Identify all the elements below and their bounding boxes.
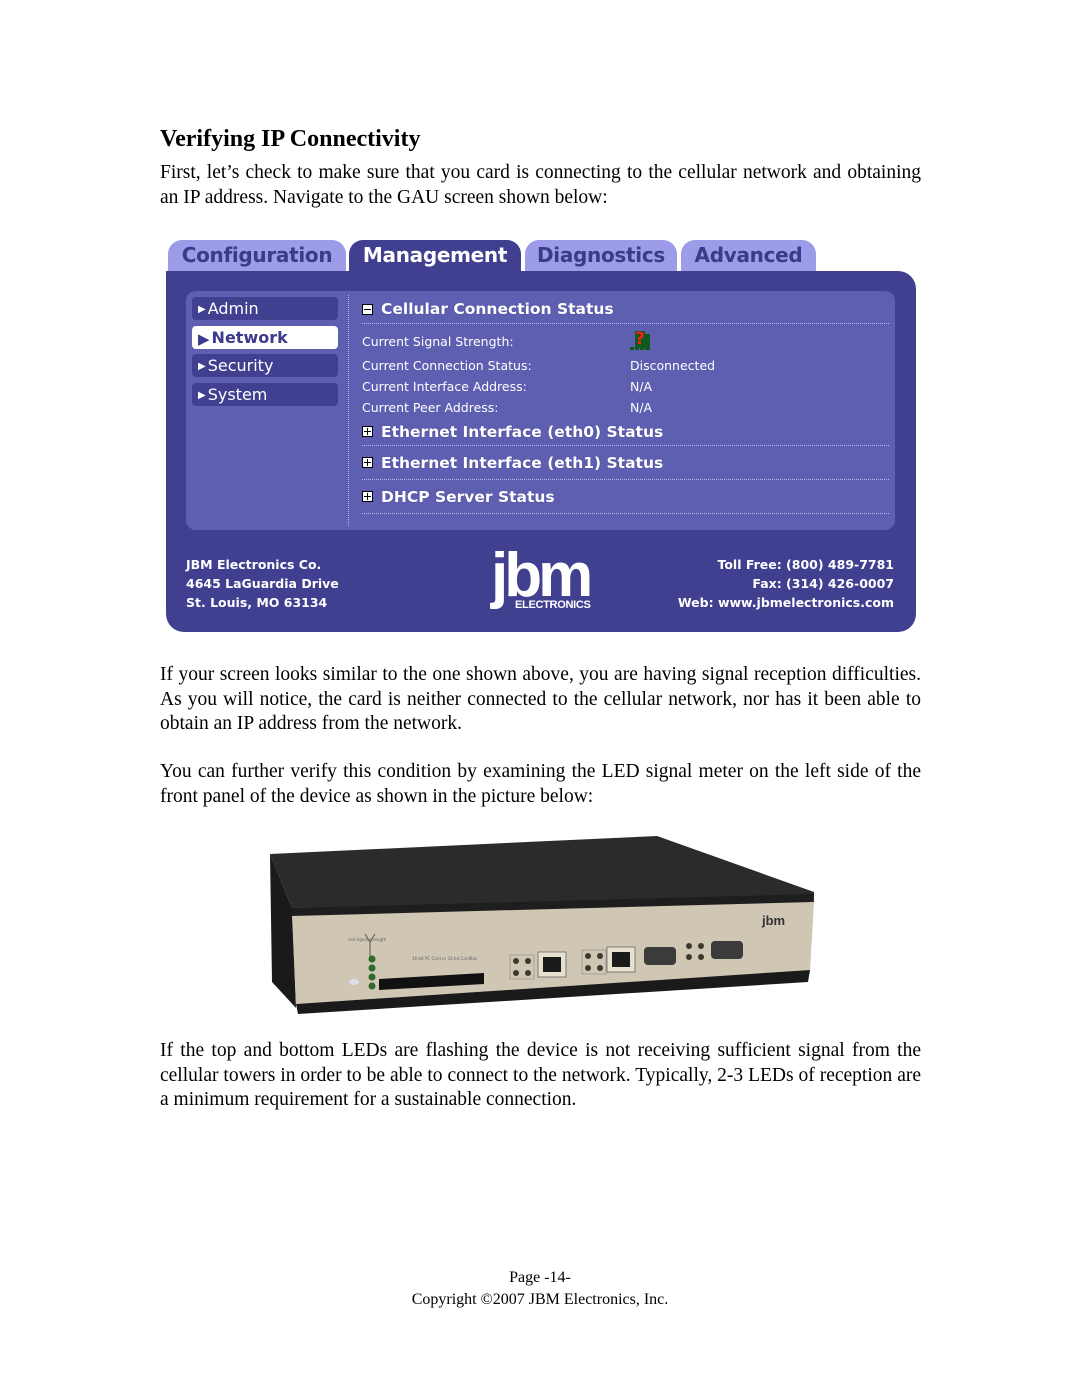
triangle-right-icon: ▶: [198, 329, 210, 348]
status-label: Current Peer Address:: [362, 400, 499, 415]
jbm-logo: jbm ELECTRONICS: [491, 541, 611, 612]
sidebar-item-admin[interactable]: ▶ Admin: [192, 297, 338, 320]
paragraph-led-explanation: If the top and bottom LEDs are flashing …: [160, 1040, 921, 1110]
page-number: Page -14-: [509, 1269, 571, 1286]
sidebar-nav: ▶ Admin ▶ Network ▶ Security ▶ System: [192, 297, 338, 411]
signal-label: cell signal strength: [348, 937, 387, 942]
paragraph-led-check: You can further verify this condition by…: [160, 761, 921, 807]
expand-plus-icon[interactable]: [362, 491, 373, 502]
sidebar-item-security[interactable]: ▶ Security: [192, 354, 338, 377]
section-title: Ethernet Interface (eth1) Status: [381, 453, 664, 472]
signal-question-mark: ?: [635, 328, 645, 349]
expand-plus-icon[interactable]: [362, 426, 373, 437]
sidebar-item-label: System: [207, 384, 268, 404]
tab-configuration[interactable]: Configuration: [168, 240, 346, 273]
status-label: Current Signal Strength:: [362, 333, 514, 349]
eth0-jack: [543, 957, 561, 972]
fax: Fax: (314) 426-0007: [752, 576, 894, 591]
status-row: Current Peer Address: N/A: [362, 397, 889, 418]
main-panel: ▶ Admin ▶ Network ▶ Security ▶ System Cellul…: [166, 271, 916, 632]
device-photo: cell signal strength 16-bit PC Card or 3…: [270, 836, 814, 1014]
collapse-minus-icon[interactable]: [362, 303, 373, 315]
section-title: DHCP Server Status: [381, 487, 555, 506]
expand-plus-icon[interactable]: [362, 457, 373, 468]
sidebar-item-label: Admin: [207, 299, 259, 318]
signal-unknown-icon: ?: [630, 328, 651, 350]
section-heading: Verifying IP Connectivity: [160, 126, 421, 152]
section-title: Ethernet Interface (eth0) Status: [381, 422, 664, 441]
signal-led: [368, 982, 376, 990]
power-indicator: [349, 979, 359, 985]
cellular-status-rows: Current Signal Strength: ? Current Conne…: [362, 324, 889, 418]
sidebar-item-label: Security: [207, 356, 274, 375]
section-header-cellular[interactable]: Cellular Connection Status: [362, 295, 889, 324]
status-content: Cellular Connection Status Current Signa…: [362, 295, 889, 514]
section-header-dhcp[interactable]: DHCP Server Status: [362, 480, 889, 514]
triangle-right-icon: ▶: [198, 389, 206, 401]
content-panel: ▶ Admin ▶ Network ▶ Security ▶ System Cellul…: [186, 291, 895, 530]
gau-screenshot: Configuration Diagnostics Advanced Manag…: [166, 240, 916, 632]
section-header-eth1[interactable]: Ethernet Interface (eth1) Status: [362, 446, 889, 480]
section-title: Cellular Connection Status: [381, 300, 614, 318]
interface-address-value: N/A: [630, 379, 653, 394]
tab-management[interactable]: Management: [349, 240, 521, 273]
async-serial-port[interactable]: [711, 941, 743, 959]
signal-led: [368, 973, 376, 981]
copyright: Copyright ©2007 JBM Electronics, Inc.: [411, 1291, 669, 1308]
main-tabs: Configuration Diagnostics Advanced Manag…: [166, 240, 826, 273]
logo-word: jbm: [491, 541, 593, 610]
section-header-eth0[interactable]: Ethernet Interface (eth0) Status: [362, 418, 889, 446]
sync-serial-port[interactable]: [644, 947, 676, 965]
company-contact: Toll Free: (800) 489-7781 Fax: (314) 426…: [678, 555, 894, 612]
company-address: JBM Electronics Co. 4645 LaGuardia Drive…: [186, 555, 339, 612]
card-slot-label: 16-bit PC Card or 32-bit CardBus: [412, 956, 477, 961]
company-name: JBM Electronics Co.: [186, 557, 322, 572]
connection-status-value: Disconnected: [630, 358, 716, 373]
signal-led: [368, 964, 376, 972]
status-row: Current Signal Strength: ?: [362, 327, 889, 355]
sidebar-item-system[interactable]: ▶ System: [192, 382, 338, 406]
signal-led: [368, 955, 376, 963]
intro-paragraph: First, let’s check to make sure that you…: [160, 162, 921, 208]
peer-address-value: N/A: [630, 400, 653, 415]
status-row: Current Interface Address: N/A: [362, 376, 889, 397]
device-brand-logo: jbm: [761, 913, 785, 928]
company-city: St. Louis, MO 63134: [186, 595, 328, 610]
paragraph-diagnosis: If your screen looks similar to the one …: [160, 664, 921, 734]
status-label: Current Interface Address:: [362, 379, 527, 394]
tab-diagnostics[interactable]: Diagnostics: [525, 240, 677, 273]
triangle-right-icon: ▶: [198, 304, 206, 315]
company-street: 4645 LaGuardia Drive: [186, 576, 339, 591]
status-row: Current Connection Status: Disconnected: [362, 355, 889, 376]
status-label: Current Connection Status:: [362, 358, 532, 373]
sidebar-item-label: Network: [211, 327, 288, 347]
triangle-right-icon: ▶: [198, 361, 206, 372]
eth1-jack: [612, 952, 630, 967]
logo-subtitle: ELECTRONICS: [515, 599, 591, 611]
sidebar-item-network[interactable]: ▶ Network: [192, 325, 338, 349]
web-link[interactable]: Web: www.jbmelectronics.com: [678, 593, 894, 612]
toll-free: Toll Free: (800) 489-7781: [717, 557, 894, 572]
vertical-divider: [348, 295, 349, 526]
tab-advanced[interactable]: Advanced: [681, 240, 816, 273]
